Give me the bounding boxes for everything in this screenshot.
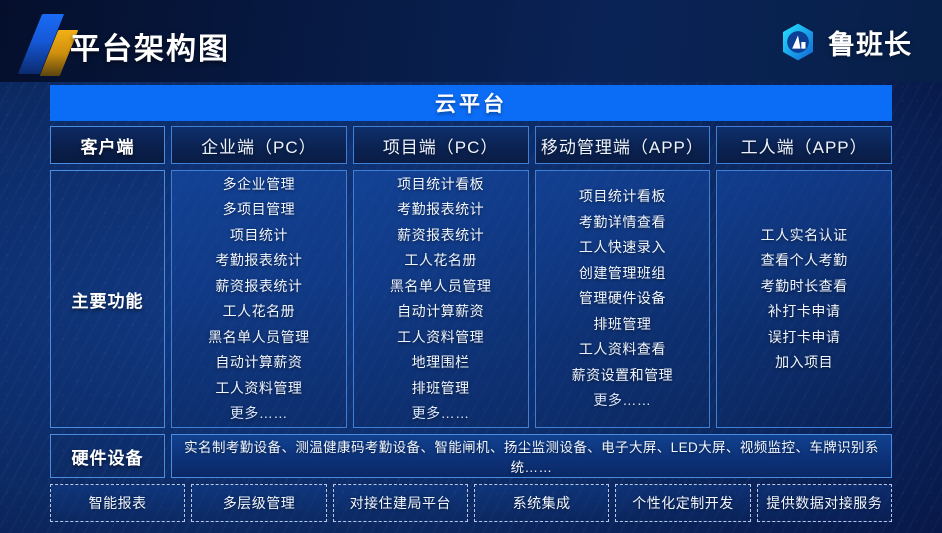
feature-list-item: 工人资料管理 (215, 379, 303, 396)
feature-list-mobile-admin-app: 项目统计看板 考勤详情查看 工人快速录入 创建管理班组 管理硬件设备 排班管理工人资料查看… (534, 170, 711, 428)
column-header-mobile-admin-app[interactable]: 移动管理端（APP） (534, 126, 711, 164)
building-hexagon-logo-icon (783, 23, 813, 61)
feature-list-item: 黑名单人员管理 (389, 277, 492, 294)
feature-list-item: 工人资料管理 (397, 328, 485, 345)
feature-list-item: 考勤时长查看 (760, 277, 848, 294)
feature-list: 项目统计看板 考勤报表统计 薪资报表统计 工人花名册黑名单人员管理 自动计算薪资 工人资料… (354, 172, 528, 427)
feature-list-enterprise-pc: 多企业管理多项目管理项目统计考勤报表统计 薪资报表统计 工人花名册黑名单人员管理 自动… (171, 170, 347, 428)
feature-list-item: 工人资料查看 (578, 341, 666, 358)
row-label-hardware: 硬件设备 (50, 434, 165, 478)
feature-list-item: 创建管理班组 (578, 264, 666, 281)
service-chip-label: 多层级管理 (222, 495, 296, 511)
brand-name: 鲁班长 (828, 29, 912, 60)
row-label-client: 客户端 (50, 126, 165, 164)
column-header-label: 企业端（PC） (201, 137, 317, 157)
feature-list-item: 薪资报表统计 (397, 226, 485, 243)
column-header-project-pc[interactable]: 项目端（PC） (352, 126, 529, 164)
feature-list-item: 误打卡申请 (767, 328, 841, 345)
feature-list-worker-app: 工人实名认证 查看个人考勤 考勤时长查看 补打卡申请误打卡申请加入项目 (716, 170, 892, 428)
service-chip-label: 系统集成 (512, 495, 571, 511)
cloud-platform-label: 云平台 (435, 93, 507, 116)
feature-list-item: 更多…… (411, 405, 470, 421)
feature-list-item: 更多…… (593, 392, 652, 409)
service-chip-custom-development[interactable]: 个性化定制开发 (615, 484, 751, 522)
hardware-description: 实名制考勤设备、测温健康码考勤设备、智能闸机、扬尘监测设备、电子大屏、LED大屏… (171, 434, 892, 478)
grid-hardware-row: 硬件设备 实名制考勤设备、测温健康码考勤设备、智能闸机、扬尘监测设备、电子大屏、… (50, 434, 892, 478)
feature-list-item: 工人花名册 (222, 303, 296, 319)
column-header-label: 工人端（APP） (740, 137, 868, 157)
column-header-label: 项目端（PC） (382, 137, 499, 157)
column-header-label: 移动管理端（APP） (540, 137, 704, 157)
page-header: 平台架构图 鲁班长 (0, 0, 942, 82)
brand-logo: 鲁班长 (778, 22, 912, 62)
row-label-client-text: 客户端 (80, 137, 135, 157)
feature-list-item: 工人实名认证 (760, 226, 848, 243)
service-chip-housing-bureau-platform[interactable]: 对接住建局平台 (332, 484, 468, 522)
feature-list-item: 薪资报表统计 (215, 277, 303, 294)
cloud-platform-banner: 云平台 (50, 85, 892, 121)
feature-list-item: 考勤报表统计 (397, 201, 485, 217)
feature-list-item: 项目统计看板 (578, 188, 666, 205)
feature-list-item: 考勤报表统计 (215, 252, 303, 268)
architecture-diagram-page: 平台架构图 鲁班长 云平台 客户端 企业端（PC） 项目端（PC） 移动管理端（… (0, 0, 942, 533)
feature-list-item: 多项目管理 (222, 201, 296, 217)
feature-list-item: 排班管理 (593, 315, 652, 332)
grid-header-row: 客户端 企业端（PC） 项目端（PC） 移动管理端（APP） 工人端（APP） (50, 126, 892, 164)
grid-body-row: 主要功能 多企业管理 多项目管理 项目统计 考勤报表统计 薪资报表统计 工人花名册 黑名单人… (50, 170, 892, 428)
feature-list-item: 排班管理 (411, 379, 470, 396)
feature-list-item: 薪资设置和管理 (571, 366, 674, 383)
row-label-hardware-text: 硬件设备 (71, 448, 144, 468)
feature-list: 工人实名认证 查看个人考勤 考勤时长查看 补打卡申请误打卡申请加入项目 (717, 223, 891, 376)
service-chip-label: 个性化定制开发 (632, 495, 734, 511)
page-title: 平台架构图 (70, 33, 230, 66)
feature-list-item: 自动计算薪资 (397, 303, 485, 319)
feature-list-item: 工人快速录入 (578, 239, 666, 256)
feature-list-item: 工人花名册 (404, 252, 477, 268)
feature-list: 项目统计看板 考勤详情查看 工人快速录入 创建管理班组 管理硬件设备 排班管理工人资料查看… (536, 184, 710, 414)
feature-list-item: 查看个人考勤 (760, 252, 848, 268)
hardware-description-text: 实名制考勤设备、测温健康码考勤设备、智能闸机、扬尘监测设备、电子大屏、LED大屏… (184, 440, 879, 475)
service-chip-label: 智能报表 (88, 495, 147, 511)
row-label-main-functions-text: 主要功能 (71, 291, 144, 311)
service-chip-system-integration[interactable]: 系统集成 (473, 484, 610, 522)
service-chip-label: 提供数据对接服务 (766, 495, 883, 511)
feature-list-item: 加入项目 (775, 354, 834, 370)
feature-list-project-pc: 项目统计看板 考勤报表统计 薪资报表统计 工人花名册黑名单人员管理 自动计算薪资 工人资料… (352, 170, 529, 428)
service-chip-smart-report[interactable]: 智能报表 (50, 484, 186, 522)
service-chip-row: 智能报表 多层级管理 对接住建局平台 系统集成 个性化定制开发 提供数据对接服务 (50, 484, 892, 522)
feature-list: 多企业管理多项目管理项目统计考勤报表统计 薪资报表统计 工人花名册黑名单人员管理 自动… (172, 172, 346, 427)
feature-list-item: 项目统计 (229, 226, 288, 243)
service-chip-multi-level-management[interactable]: 多层级管理 (191, 484, 327, 522)
feature-list-item: 更多…… (229, 405, 288, 421)
architecture-grid: 客户端 企业端（PC） 项目端（PC） 移动管理端（APP） 工人端（APP） … (50, 126, 892, 478)
feature-list-item: 补打卡申请 (767, 303, 841, 319)
column-header-worker-app[interactable]: 工人端（APP） (716, 126, 892, 164)
row-label-main-functions: 主要功能 (50, 170, 165, 428)
service-chip-data-integration-service[interactable]: 提供数据对接服务 (756, 484, 892, 522)
service-chip-label: 对接住建局平台 (349, 495, 452, 511)
column-header-enterprise-pc[interactable]: 企业端（PC） (171, 126, 347, 164)
feature-list-item: 多企业管理 (222, 175, 296, 192)
feature-list-item: 管理硬件设备 (578, 290, 666, 307)
feature-list-item: 考勤详情查看 (578, 213, 666, 230)
feature-list-item: 黑名单人员管理 (208, 328, 310, 345)
feature-list-item: 项目统计看板 (397, 175, 485, 192)
feature-list-item: 地理围栏 (411, 354, 470, 370)
feature-list-item: 自动计算薪资 (215, 354, 303, 370)
